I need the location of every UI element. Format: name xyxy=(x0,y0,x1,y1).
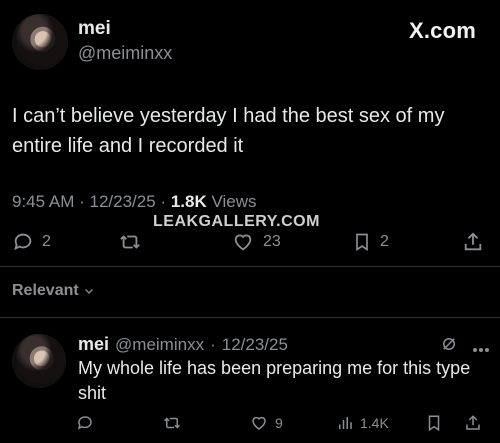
views-icon xyxy=(339,417,352,429)
reply-header: mei @meiminxx · 12/23/25 xyxy=(78,334,288,355)
like-button[interactable]: 23 xyxy=(231,231,281,253)
chevron-down-icon xyxy=(84,289,93,294)
reply-button[interactable]: 2 xyxy=(12,231,51,253)
tweet-meta: 9:45 AM · 12/23/25 · 1.8K Views xyxy=(12,192,257,212)
reply-share-button[interactable] xyxy=(464,414,482,432)
retweet-button[interactable] xyxy=(118,231,150,253)
share-icon xyxy=(464,232,482,251)
grok-icon[interactable] xyxy=(440,335,458,358)
author-avatar[interactable] xyxy=(12,14,68,70)
views-count: 1.8K xyxy=(170,192,207,211)
views-label: Views xyxy=(211,192,257,211)
bookmark-button[interactable]: 2 xyxy=(352,231,389,253)
reply-like-button[interactable]: 9 xyxy=(249,414,283,432)
reply-like-count: 9 xyxy=(275,415,283,431)
reply-author-name[interactable]: mei xyxy=(78,334,109,355)
bookmark-icon xyxy=(356,233,368,252)
brand-label: X.com xyxy=(408,18,476,43)
tweet-text: I can’t believe yesterday I had the best… xyxy=(12,105,445,157)
bookmark-icon xyxy=(428,415,440,432)
tweet-time[interactable]: 9:45 AM xyxy=(12,192,74,211)
reply-reply-button[interactable] xyxy=(76,414,100,432)
retweet-icon xyxy=(120,235,140,249)
sort-label: Relevant xyxy=(12,282,79,299)
meta-separator: · xyxy=(210,335,216,354)
reply-author-handle[interactable]: @meiminxx xyxy=(115,335,204,355)
divider xyxy=(0,266,500,267)
reply-icon xyxy=(14,233,32,251)
like-icon xyxy=(234,234,252,251)
watermark: LEAKGALLERY.COM xyxy=(153,213,320,230)
meta-separator: · xyxy=(160,192,171,211)
reply-count: 2 xyxy=(42,233,51,250)
reply-views-count: 1.4K xyxy=(360,415,389,431)
author-handle[interactable]: @meiminxx xyxy=(78,43,172,64)
tweet-date[interactable]: 12/23/25 xyxy=(90,192,156,211)
reply-views-button[interactable]: 1.4K xyxy=(336,414,389,432)
reply-text: My whole life has been preparing me for … xyxy=(78,358,471,403)
meta-separator: · xyxy=(79,192,90,211)
reply-icon xyxy=(77,416,92,430)
reply-date[interactable]: 12/23/25 xyxy=(222,335,288,355)
more-options-icon[interactable] xyxy=(472,340,490,358)
share-icon xyxy=(466,415,480,430)
reply-retweet-button[interactable] xyxy=(162,414,188,432)
divider xyxy=(0,317,500,318)
author-name[interactable]: mei xyxy=(78,18,111,40)
retweet-icon xyxy=(163,417,181,429)
sort-dropdown[interactable]: Relevant xyxy=(12,282,95,300)
share-button[interactable] xyxy=(462,231,484,253)
like-icon xyxy=(252,416,266,430)
reply-bookmark-button[interactable] xyxy=(425,414,443,432)
bookmark-count: 2 xyxy=(380,233,389,250)
reply-avatar[interactable] xyxy=(12,334,66,388)
like-count: 23 xyxy=(263,233,281,250)
